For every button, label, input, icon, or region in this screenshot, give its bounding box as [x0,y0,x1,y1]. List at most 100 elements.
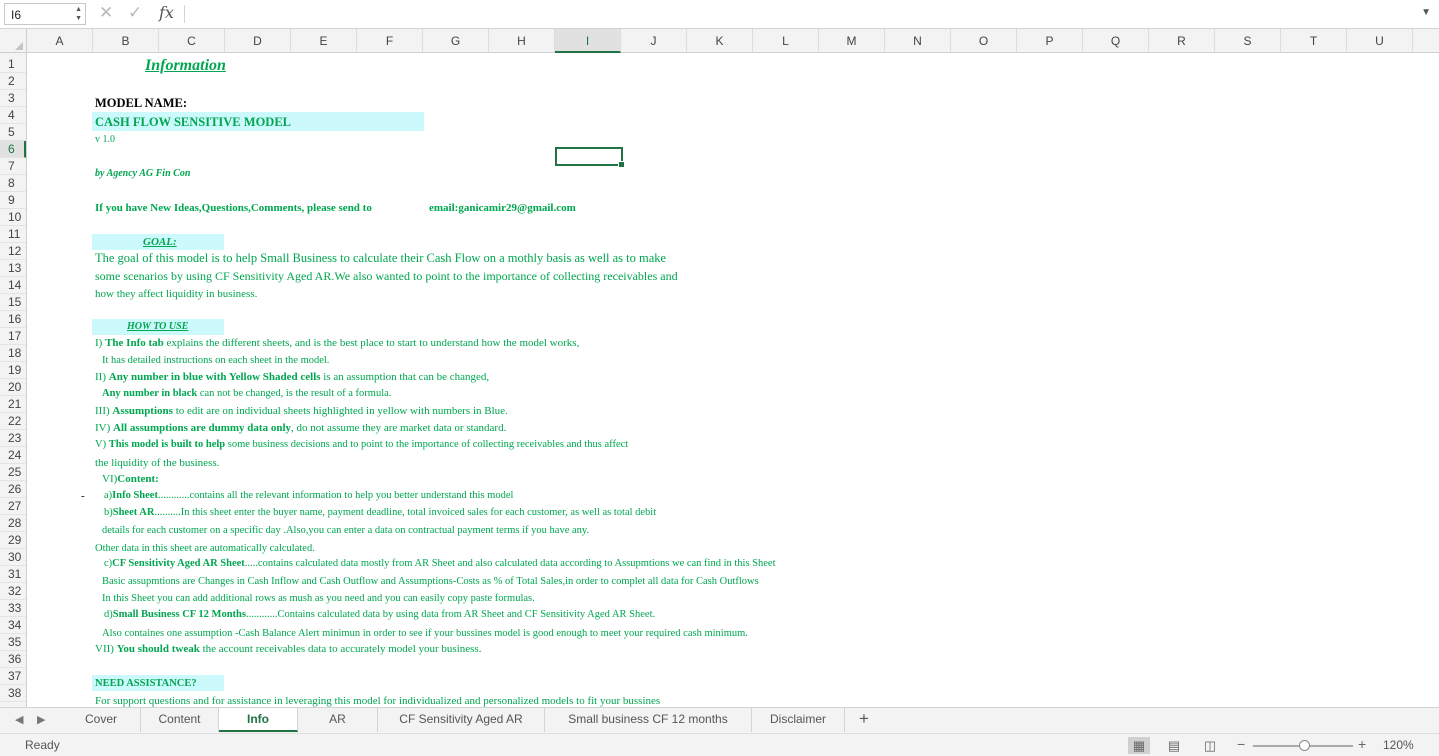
page-break-view-icon[interactable]: ◫ [1199,737,1221,754]
zoom-slider-knob[interactable] [1299,740,1310,751]
row-header-29[interactable]: 29 [0,532,26,549]
column-header-i[interactable]: I [555,29,621,53]
column-header-m[interactable]: M [819,29,885,53]
sheet-tab-content[interactable]: Content [141,708,219,732]
column-header-f[interactable]: F [357,29,423,53]
row-header-27[interactable]: 27 [0,498,26,515]
column-header-p[interactable]: P [1017,29,1083,53]
zoom-level[interactable]: 120% [1383,738,1414,752]
column-header-k[interactable]: K [687,29,753,53]
column-header-j[interactable]: J [621,29,687,53]
row-header-28[interactable]: 28 [0,515,26,532]
row-header-17[interactable]: 17 [0,328,26,345]
row-header-18[interactable]: 18 [0,345,26,362]
next-sheet-icon[interactable]: ▶ [37,713,45,726]
sheet-tab-info[interactable]: Info [219,708,298,732]
model-name-value: CASH FLOW SENSITIVE MODEL [95,115,291,129]
column-header-t[interactable]: T [1281,29,1347,53]
formula-input[interactable] [186,3,1416,25]
instruction-3: III) Assumptions to edit are on individu… [95,405,508,417]
row-header-6[interactable]: 6 [0,141,26,158]
row-header-31[interactable]: 31 [0,566,26,583]
column-header-u[interactable]: U [1347,29,1413,53]
row-header-12[interactable]: 12 [0,243,26,260]
content-c-detail-2: In this Sheet you can add additional row… [102,593,535,604]
column-header-c[interactable]: C [159,29,225,53]
row-header-35[interactable]: 35 [0,634,26,651]
instruction-4: IV) All assumptions are dummy data only,… [95,422,507,434]
column-header-e[interactable]: E [291,29,357,53]
zoom-slider[interactable] [1253,740,1353,751]
column-header-a[interactable]: A [27,29,93,53]
name-box-value: I6 [11,8,22,22]
normal-view-icon[interactable]: ▦ [1128,737,1150,754]
column-header-r[interactable]: R [1149,29,1215,53]
row-header-5[interactable]: 5 [0,124,26,141]
row-header-38[interactable]: 38 [0,685,26,702]
row-header-11[interactable]: 11 [0,226,26,243]
row-header-34[interactable]: 34 [0,617,26,634]
model-name-label: MODEL NAME: [95,96,188,110]
select-all-button[interactable] [0,29,27,53]
zoom-out-button[interactable]: − [1237,736,1245,752]
row-header-25[interactable]: 25 [0,464,26,481]
row-header-13[interactable]: 13 [0,260,26,277]
row-header-8[interactable]: 8 [0,175,26,192]
content-b: b)Sheet AR..........In this sheet enter … [104,507,657,518]
row-header-7[interactable]: 7 [0,158,26,175]
row-header-14[interactable]: 14 [0,277,26,294]
column-header-n[interactable]: N [885,29,951,53]
row-header-1[interactable]: 1 [0,56,26,73]
sheet-tab-small-business-cf-12-months[interactable]: Small business CF 12 months [545,708,752,732]
column-header-d[interactable]: D [225,29,291,53]
active-cell-i6[interactable] [555,147,625,168]
row-header-10[interactable]: 10 [0,209,26,226]
column-header-l[interactable]: L [753,29,819,53]
row-header-23[interactable]: 23 [0,430,26,447]
row-header-26[interactable]: 26 [0,481,26,498]
row-header-36[interactable]: 36 [0,651,26,668]
expand-formula-bar-icon[interactable]: ▼ [1421,7,1431,18]
row-header-37[interactable]: 37 [0,668,26,685]
content-b-detail-1: details for each customer on a specific … [102,525,590,536]
enter-icon[interactable]: ✓ [128,3,142,23]
content-c-detail-1: Basic assupmtions are Changes in Cash In… [102,576,759,587]
name-box-arrows-icon[interactable]: ▲ ▼ [75,5,82,23]
cancel-icon[interactable]: ✕ [99,3,113,23]
row-header-15[interactable]: 15 [0,294,26,311]
column-header-h[interactable]: H [489,29,555,53]
row-header-20[interactable]: 20 [0,379,26,396]
column-header-b[interactable]: B [93,29,159,53]
sheet-tab-bar: ◀ ▶ Cover Content Info AR CF Sensitivity Age… [0,707,1439,733]
sheet-tab-cf-sensitivity-aged-ar[interactable]: CF Sensitivity Aged AR [378,708,545,732]
contact-text: If you have New Ideas,Questions,Comments… [95,202,372,214]
row-header-32[interactable]: 32 [0,583,26,600]
name-box[interactable]: I6 ▲ ▼ [4,3,86,25]
column-header-s[interactable]: S [1215,29,1281,53]
sheet-tab-cover[interactable]: Cover [62,708,141,732]
zoom-in-button[interactable]: + [1358,736,1366,752]
prev-sheet-icon[interactable]: ◀ [15,713,23,726]
sheet-tab-ar[interactable]: AR [298,708,378,732]
row-header-30[interactable]: 30 [0,549,26,566]
column-header-g[interactable]: G [423,29,489,53]
function-icon[interactable]: fx [159,3,174,22]
instruction-6: VI)Content: [102,473,159,485]
row-header-9[interactable]: 9 [0,192,26,209]
column-header-o[interactable]: O [951,29,1017,53]
row-header-22[interactable]: 22 [0,413,26,430]
row-header-16[interactable]: 16 [0,311,26,328]
row-header-4[interactable]: 4 [0,107,26,124]
row-header-33[interactable]: 33 [0,600,26,617]
row-header-19[interactable]: 19 [0,362,26,379]
row-header-24[interactable]: 24 [0,447,26,464]
row-header-21[interactable]: 21 [0,396,26,413]
worksheet-grid[interactable]: Information MODEL NAME: CASH FLOW SENSIT… [27,53,1439,707]
contact-email-link[interactable]: email:ganicamir29@gmail.com [429,201,576,215]
sheet-tab-disclaimer[interactable]: Disclaimer [752,708,845,732]
column-header-q[interactable]: Q [1083,29,1149,53]
add-sheet-button[interactable]: + [859,709,869,729]
row-header-3[interactable]: 3 [0,90,26,107]
row-header-2[interactable]: 2 [0,73,26,90]
page-layout-view-icon[interactable]: ▤ [1163,737,1185,754]
